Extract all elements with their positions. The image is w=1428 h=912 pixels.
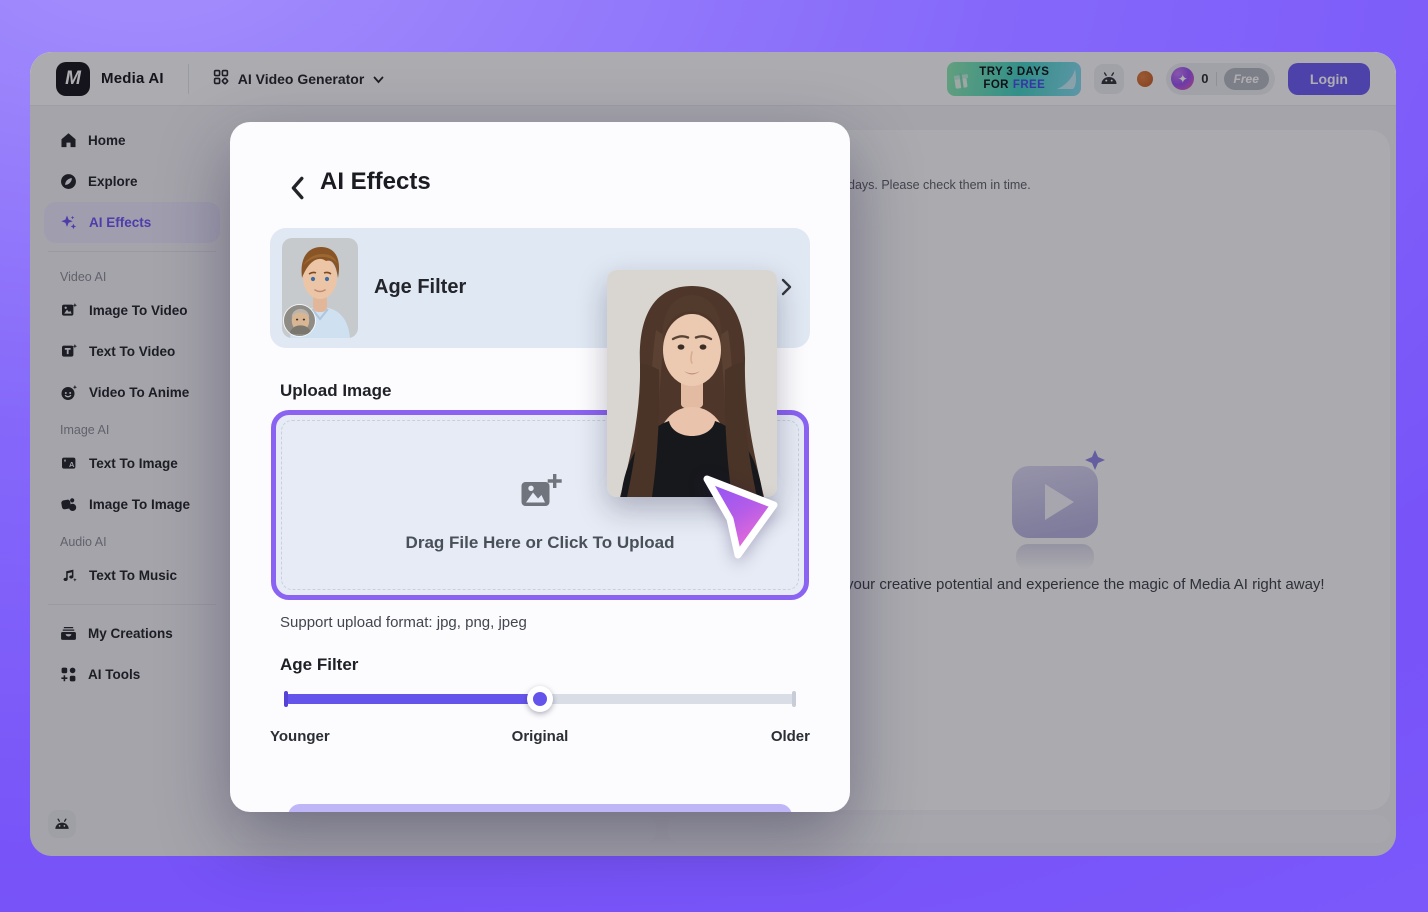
slider-labels: Younger Original Older (270, 728, 810, 748)
sample-portrait-photo (607, 270, 777, 497)
age-slider[interactable] (284, 684, 796, 714)
slider-label-younger: Younger (270, 728, 330, 745)
back-button[interactable] (286, 176, 308, 200)
slider-fill (284, 694, 540, 704)
image-add-icon (518, 473, 563, 518)
slider-label-older: Older (771, 728, 810, 745)
chevron-left-icon (286, 176, 308, 200)
generate-button-partial[interactable] (288, 804, 792, 812)
slider-label-original: Original (512, 728, 569, 745)
upload-heading: Upload Image (280, 381, 391, 401)
upload-support-formats: Support upload format: jpg, png, jpeg (280, 614, 527, 631)
effect-preview-aged-thumbnail (283, 304, 316, 337)
modal-title: AI Effects (320, 168, 431, 196)
slider-thumb-inner (533, 692, 547, 706)
pointer-cursor-graphic (700, 470, 784, 565)
slider-left-cap (284, 691, 288, 707)
slider-right-cap (792, 691, 796, 707)
effect-card-title: Age Filter (374, 276, 466, 299)
slider-thumb[interactable] (527, 686, 553, 712)
chevron-right-icon (781, 278, 792, 301)
age-slider-heading: Age Filter (280, 655, 358, 675)
